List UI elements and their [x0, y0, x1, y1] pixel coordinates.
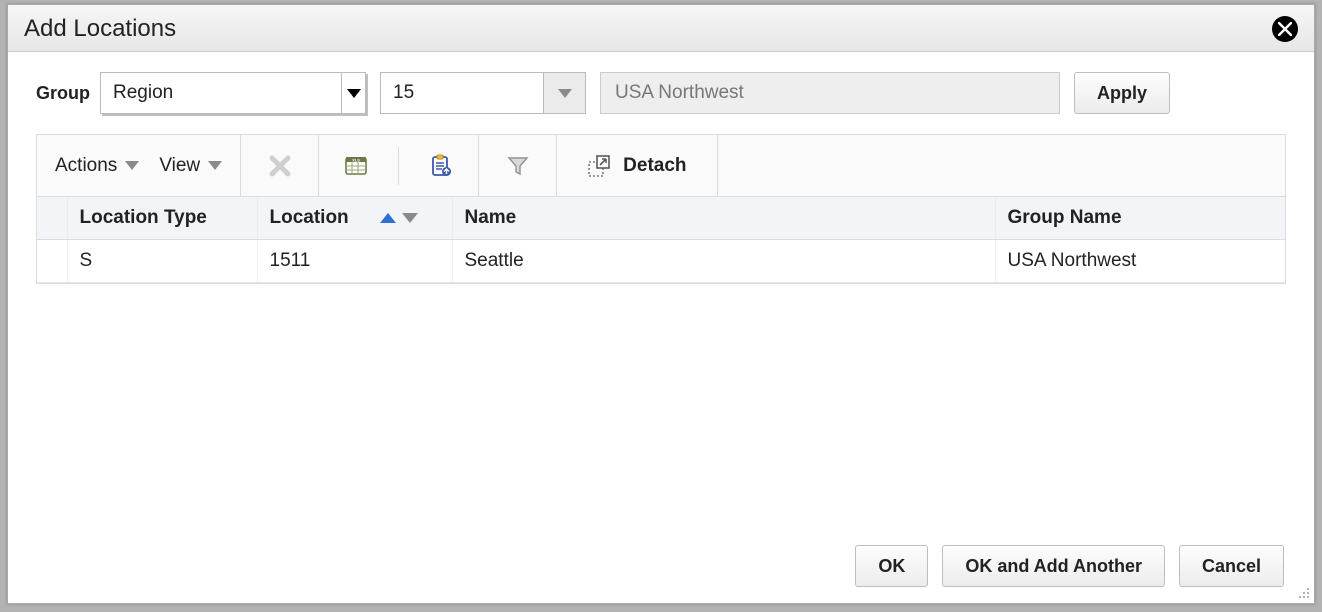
- group-number-dropdown[interactable]: 15: [380, 72, 586, 114]
- sort-indicators: [380, 213, 418, 223]
- svg-text:XLS: XLS: [352, 157, 360, 162]
- column-header-location-type[interactable]: Location Type: [67, 197, 257, 240]
- close-button[interactable]: [1272, 16, 1298, 42]
- dialog-header: Add Locations: [8, 5, 1314, 52]
- locations-table: Location Type Location Name Group Name: [37, 197, 1285, 283]
- chevron-down-icon: [341, 73, 365, 113]
- table-header-row: Location Type Location Name Group Name: [37, 197, 1285, 240]
- ok-add-another-button-label: OK and Add Another: [965, 556, 1142, 577]
- clipboard-icon: [429, 154, 453, 178]
- actions-menu[interactable]: Actions: [55, 155, 139, 177]
- view-menu-label: View: [159, 155, 200, 177]
- filter-icon: [506, 154, 530, 178]
- close-icon: [1278, 22, 1292, 36]
- cell-name: Seattle: [452, 240, 995, 283]
- chevron-down-icon: [125, 161, 139, 170]
- add-locations-dialog: Add Locations Group Region 15 USA Northw…: [7, 4, 1315, 604]
- detach-label: Detach: [623, 155, 686, 177]
- region-name-field: USA Northwest: [600, 72, 1060, 114]
- toolbar: Actions View XLS: [37, 135, 1285, 197]
- filter-row: Group Region 15 USA Northwest Apply: [8, 52, 1314, 134]
- chevron-down-icon: [208, 161, 222, 170]
- toolbar-menus: Actions View: [37, 135, 241, 196]
- resize-handle[interactable]: [1296, 585, 1310, 599]
- dialog-title: Add Locations: [24, 15, 176, 43]
- filter-button[interactable]: [479, 135, 557, 196]
- delete-button[interactable]: [241, 135, 319, 196]
- column-header-label: Name: [465, 207, 517, 228]
- toolbar-spacer: [718, 135, 1285, 196]
- apply-button-label: Apply: [1097, 83, 1147, 104]
- ok-add-another-button[interactable]: OK and Add Another: [942, 545, 1165, 587]
- dialog-footer: OK OK and Add Another Cancel: [8, 533, 1314, 603]
- detach-button[interactable]: Detach: [557, 135, 717, 196]
- export-buttons: XLS: [319, 135, 479, 196]
- cancel-button[interactable]: Cancel: [1179, 545, 1284, 587]
- export-xls-button[interactable]: XLS: [344, 154, 368, 178]
- cell-group-name: USA Northwest: [995, 240, 1285, 283]
- column-header-group-name[interactable]: Group Name: [995, 197, 1285, 240]
- ok-button-label: OK: [878, 556, 905, 577]
- view-menu[interactable]: View: [159, 155, 222, 177]
- delete-icon: [268, 154, 292, 178]
- row-selector-cell[interactable]: [37, 240, 67, 283]
- cell-location: 1511: [257, 240, 452, 283]
- column-header-location[interactable]: Location: [257, 197, 452, 240]
- table-panel: Actions View XLS: [36, 134, 1286, 284]
- column-header-select[interactable]: [37, 197, 67, 240]
- group-number-value: 15: [381, 82, 543, 104]
- column-header-label: Location: [270, 207, 349, 228]
- export-xls-icon: XLS: [344, 154, 368, 178]
- column-header-label: Group Name: [1008, 207, 1122, 228]
- sort-desc-icon[interactable]: [402, 213, 418, 223]
- group-dropdown[interactable]: Region: [100, 72, 366, 114]
- column-header-label: Location Type: [80, 207, 207, 228]
- clipboard-button[interactable]: [429, 154, 453, 178]
- detach-icon: [587, 154, 611, 178]
- cancel-button-label: Cancel: [1202, 556, 1261, 577]
- ok-button[interactable]: OK: [855, 545, 928, 587]
- sort-asc-icon[interactable]: [380, 213, 396, 223]
- table-row[interactable]: S 1511 Seattle USA Northwest: [37, 240, 1285, 283]
- resize-icon: [1296, 585, 1310, 599]
- actions-menu-label: Actions: [55, 155, 117, 177]
- column-header-name[interactable]: Name: [452, 197, 995, 240]
- cell-location-type: S: [67, 240, 257, 283]
- group-dropdown-value: Region: [101, 82, 341, 104]
- group-label: Group: [36, 83, 90, 104]
- apply-button[interactable]: Apply: [1074, 72, 1170, 114]
- separator: [398, 147, 399, 185]
- chevron-down-icon: [543, 73, 585, 113]
